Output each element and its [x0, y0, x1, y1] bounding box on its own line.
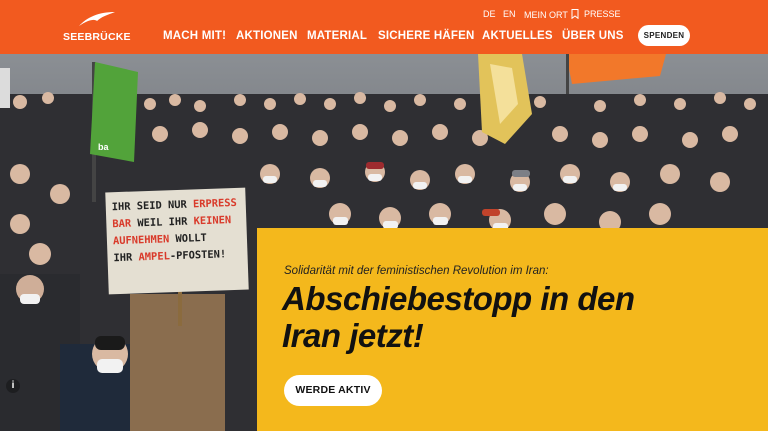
bookmark-icon [571, 9, 579, 19]
lang-de-link[interactable]: DE [483, 9, 496, 19]
seebruecke-logo[interactable]: SEEBRÜCKE [63, 11, 131, 43]
campaign-headline: Abschiebestopp in den Iran jetzt! [282, 280, 752, 354]
nav-material[interactable]: MATERIAL [307, 30, 367, 42]
mein-ort-link[interactable]: MEIN ORT [524, 9, 579, 20]
site-header: SEEBRÜCKE MACH MIT! AKTIONEN MATERIAL SI… [0, 0, 768, 54]
nav-aktionen[interactable]: AKTIONEN [236, 30, 298, 42]
logo-text: SEEBRÜCKE [63, 31, 131, 43]
presse-link[interactable]: PRESSE [584, 9, 621, 19]
sign-line-4: IHR AMPEL-PFOSTEN! [113, 248, 227, 265]
image-info-icon[interactable]: i [6, 379, 20, 393]
headline-line-1: Abschiebestopp in den [282, 280, 635, 317]
spenden-button[interactable]: SPENDEN [638, 25, 690, 46]
flag-text: ba [98, 142, 109, 152]
nav-aktuelles[interactable]: AKTUELLES [482, 30, 553, 42]
protest-sign: IHR SEID NUR ERPRESS BAR WEIL IHR KEINEN… [105, 187, 249, 295]
campaign-panel: Solidarität mit der feministischen Revol… [257, 228, 768, 431]
nav-mach-mit[interactable]: MACH MIT! [163, 30, 226, 42]
wave-logo-icon [79, 12, 115, 26]
headline-line-2: Iran jetzt! [282, 317, 424, 354]
campaign-kicker: Solidarität mit der feministischen Revol… [284, 265, 549, 277]
lang-en-link[interactable]: EN [503, 9, 516, 19]
mein-ort-label: MEIN ORT [524, 10, 568, 20]
nav-ueber-uns[interactable]: ÜBER UNS [562, 30, 624, 42]
nav-sichere-haefen[interactable]: SICHERE HÄFEN [378, 30, 475, 42]
werde-aktiv-button[interactable]: WERDE AKTIV [284, 375, 382, 406]
